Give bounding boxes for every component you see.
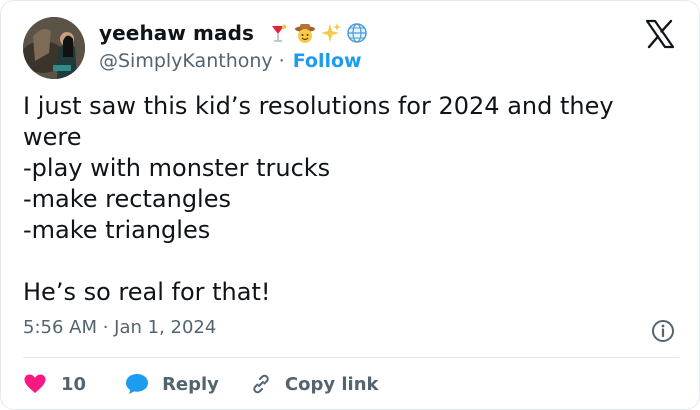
tweet-timestamp[interactable]: 5:56 AM · Jan 1, 2024 [23,317,216,338]
action-bar: 10 Reply Copy link [23,369,379,399]
divider [23,357,679,358]
like-count: 10 [61,373,87,395]
author-handle-row: @SimplyKanthony · Follow [99,48,362,74]
globe-emoji-icon [347,23,367,43]
tweet-card: yeehaw mads @SimplyKanthony · Follow I j… [0,0,700,410]
speech-bubble-icon [126,374,149,394]
author-handle[interactable]: @SimplyKanthony [99,50,273,72]
reply-label: Reply [162,373,219,395]
follow-button[interactable]: Follow [293,50,362,72]
author-name-row: yeehaw mads [99,19,368,47]
separator-dot: · [278,50,285,72]
like-button[interactable]: 10 [23,372,124,396]
sparkles-emoji-icon [321,23,341,42]
cocktail-emoji-icon [272,24,287,42]
info-icon[interactable] [651,319,675,343]
copy-link-button[interactable]: Copy link [249,372,379,396]
link-icon [253,374,269,394]
heart-icon [24,374,46,393]
author-display-name[interactable]: yeehaw mads [99,21,254,45]
tweet-text: I just saw this kid’s resolutions for 20… [23,92,614,306]
copy-link-label: Copy link [284,373,379,395]
x-logo-icon[interactable] [645,19,675,49]
avatar[interactable] [23,17,85,79]
reply-button[interactable]: Reply [124,372,219,396]
cowboy-emoji-icon [295,24,315,43]
